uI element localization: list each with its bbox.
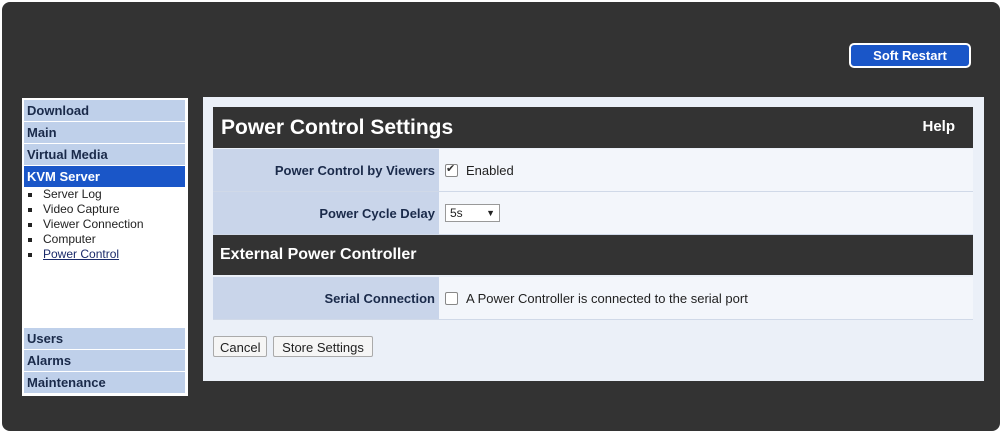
submenu-item-viewer-connection[interactable]: Viewer Connection <box>24 217 185 232</box>
section-title: External Power Controller <box>220 246 417 263</box>
sidebar-item-main[interactable]: Main <box>24 122 185 143</box>
sidebar-item-virtual-media[interactable]: Virtual Media <box>24 144 185 165</box>
sidebar-item-users[interactable]: Users <box>24 328 185 349</box>
help-link[interactable]: Help <box>922 118 955 135</box>
row-power-cycle-delay: Power Cycle Delay 5s ▼ <box>213 192 973 235</box>
cancel-button[interactable]: Cancel <box>213 336 267 357</box>
submenu-item-power-control[interactable]: Power Control <box>24 247 185 262</box>
external-power-controller-header: External Power Controller <box>213 235 973 275</box>
soft-restart-button[interactable]: Soft Restart <box>849 43 971 68</box>
power-control-by-viewers-label: Power Control by Viewers <box>213 149 439 191</box>
sidebar-item-download[interactable]: Download <box>24 100 185 121</box>
sidebar-item-alarms[interactable]: Alarms <box>24 350 185 371</box>
power-control-by-viewers-checkbox[interactable] <box>445 162 458 177</box>
serial-connection-checkbox[interactable] <box>445 291 458 305</box>
serial-connection-label: Serial Connection <box>213 277 439 319</box>
submenu-item-computer[interactable]: Computer <box>24 232 185 247</box>
row-power-control-by-viewers: Power Control by Viewers Enabled <box>213 149 973 192</box>
page-header: Power Control Settings Help <box>213 107 973 148</box>
dropdown-arrow-icon: ▼ <box>486 208 495 218</box>
submenu-item-video-capture[interactable]: Video Capture <box>24 202 185 217</box>
kvm-server-submenu: Server Log Video Capture Viewer Connecti… <box>24 187 185 262</box>
page-title: Power Control Settings <box>221 116 454 139</box>
power-cycle-delay-value: 5s <box>450 206 463 220</box>
enabled-label: Enabled <box>466 162 514 178</box>
serial-connection-checkbox-label: A Power Controller is connected to the s… <box>466 290 748 306</box>
submenu-item-server-log[interactable]: Server Log <box>24 187 185 202</box>
sidebar-item-kvm-server[interactable]: KVM Server <box>24 166 185 187</box>
power-cycle-delay-select[interactable]: 5s ▼ <box>445 204 500 222</box>
sidebar-item-maintenance[interactable]: Maintenance <box>24 372 185 393</box>
power-cycle-delay-label: Power Cycle Delay <box>213 192 439 234</box>
sidebar: Download Main Virtual Media KVM Server S… <box>22 98 188 396</box>
row-serial-connection: Serial Connection A Power Controller is … <box>213 277 973 320</box>
store-settings-button[interactable]: Store Settings <box>273 336 373 357</box>
